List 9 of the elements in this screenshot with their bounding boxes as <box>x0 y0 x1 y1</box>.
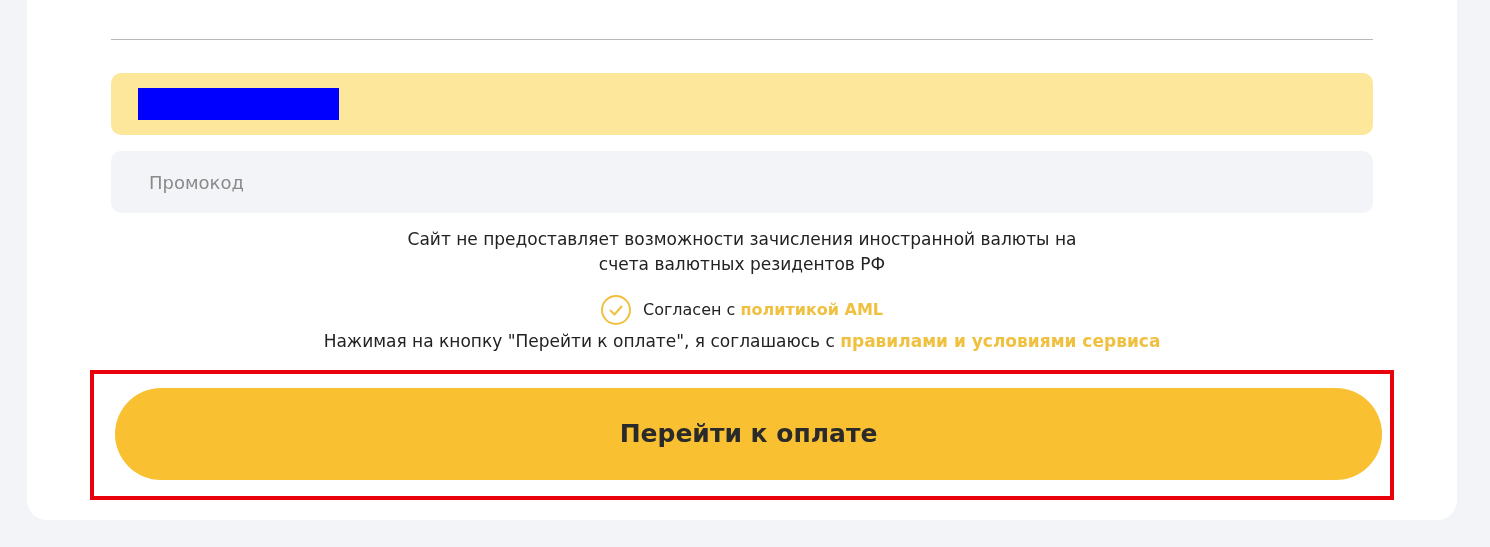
checkmark-icon <box>608 304 623 316</box>
currency-notice: Сайт не предоставляет возможности зачисления иностранной валюты на счета валютных резидентов РФ <box>406 228 1078 276</box>
aml-agreement-text: Согласен с политикой AML <box>642 299 884 321</box>
terms-link[interactable]: правилами и условиями сервиса <box>840 331 1161 351</box>
agreement-checkbox[interactable] <box>600 295 631 325</box>
aml-policy-link[interactable]: политикой AML <box>740 300 884 319</box>
terms-text: Нажимая на кнопку "Перейти к оплате", я соглашаюсь с правилами и условиями сервиса <box>323 330 1161 353</box>
pay-button[interactable]: Перейти к оплате <box>115 387 1382 480</box>
promo-code-field[interactable]: Промокод <box>111 151 1373 213</box>
